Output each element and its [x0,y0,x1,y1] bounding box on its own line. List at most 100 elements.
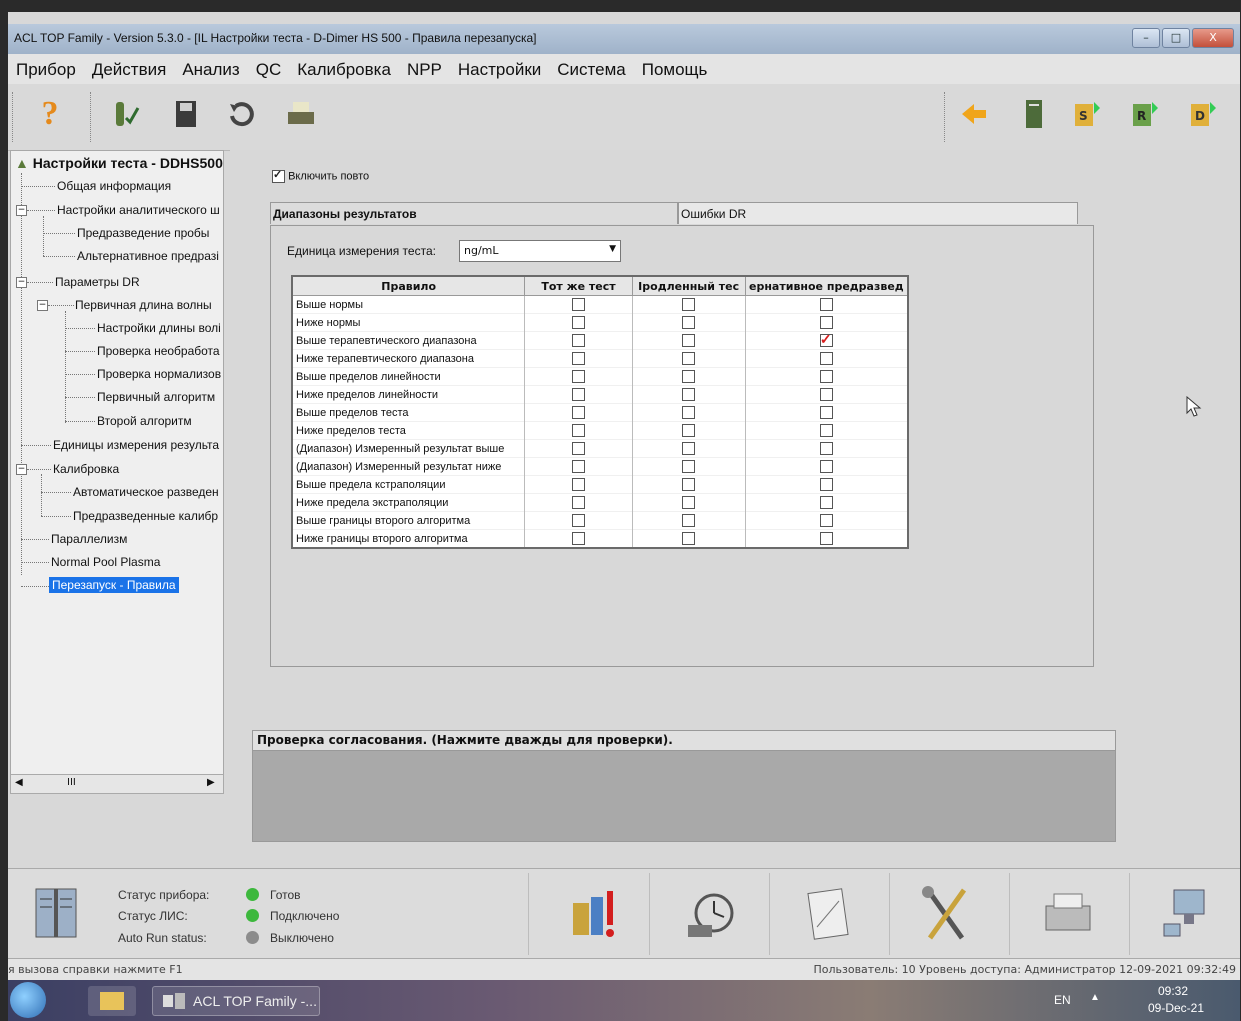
manual-book-icon[interactable] [28,883,84,943]
test-tube-check-icon[interactable] [108,98,140,130]
same-test-checkbox[interactable] [571,424,585,437]
menu-qc[interactable]: QC [248,54,290,84]
acl-task-button[interactable]: ACL TOP Family -... [152,986,320,1016]
tree-item-calibration[interactable]: Калибровка [53,462,119,476]
menu-help[interactable]: Помощь [634,54,716,84]
same-test-checkbox[interactable] [571,478,585,491]
explorer-task-icon[interactable] [88,986,136,1016]
same-test-checkbox[interactable] [571,298,585,311]
close-button[interactable]: X [1192,28,1234,48]
alt-predilution-checkbox[interactable] [819,532,833,545]
extended-test-checkbox[interactable] [682,532,696,545]
alt-predilution-checkbox[interactable] [819,388,833,401]
tree-root[interactable]: ▲ Настройки теста - DDHS500 [15,155,223,171]
tree-scrollbar[interactable]: ◀ III ▶ [10,774,224,794]
tree-item-result-units[interactable]: Единицы измерения результа [53,438,219,452]
tree-item-parallelism[interactable]: Параллелизм [51,532,127,546]
same-test-checkbox[interactable] [571,316,585,329]
extended-test-checkbox[interactable] [682,352,696,365]
alt-predilution-checkbox[interactable] [819,331,833,348]
menu-calibration[interactable]: Калибровка [289,54,399,84]
consistency-panel[interactable]: Проверка согласования. (Нажмите дважды д… [252,730,1116,842]
same-test-checkbox[interactable] [571,352,585,365]
unit-select[interactable]: ng/mL ▼ [459,240,621,262]
alt-predilution-checkbox[interactable] [819,316,833,329]
language-indicator[interactable]: EN [1054,993,1071,1007]
refresh-icon[interactable] [226,98,258,130]
alt-predilution-checkbox[interactable] [819,496,833,509]
collapse-icon[interactable]: − [37,300,48,311]
alt-predilution-checkbox[interactable] [819,478,833,491]
extended-test-checkbox[interactable] [682,496,696,509]
alt-predilution-checkbox[interactable] [819,352,833,365]
tab-dr-errors[interactable]: Ошибки DR [678,202,1078,224]
r-sheet-icon[interactable]: R [1130,98,1162,130]
extended-test-checkbox[interactable] [682,316,696,329]
alt-predilution-checkbox[interactable] [819,460,833,473]
same-test-checkbox[interactable] [571,514,585,527]
tools-icon[interactable] [916,883,976,945]
tab-result-ranges[interactable]: Диапазоны результатов [270,202,678,224]
extended-test-checkbox[interactable] [682,478,696,491]
scroll-right-icon[interactable]: ▶ [207,777,215,788]
tree-item-alt-predilution[interactable]: Альтернативное предразі [77,249,219,263]
tree-item-auto-dilution[interactable]: Автоматическое разведен [73,485,219,499]
menu-actions[interactable]: Действия [84,54,174,84]
menu-settings[interactable]: Настройки [450,54,549,84]
help-icon[interactable]: ? [34,95,66,132]
same-test-checkbox[interactable] [571,388,585,401]
tree-item-restart-rules[interactable]: Перезапуск - Правила [49,577,179,593]
minimize-button[interactable]: – [1132,28,1160,48]
tray-expand-icon[interactable]: ▲ [1090,992,1100,1003]
s-sheet-icon[interactable]: S [1072,98,1104,130]
clock-time[interactable]: 09:32 [1158,984,1188,998]
tree-item-normalized-check[interactable]: Проверка нормализов [97,367,221,381]
scroll-left-icon[interactable]: ◀ [15,777,23,788]
enable-repeat-checkbox[interactable] [272,168,285,183]
same-test-checkbox[interactable] [571,334,585,347]
scroll-thumb[interactable]: III [67,777,76,788]
col-extended-test[interactable]: Iродленный тес [631,275,746,296]
same-test-checkbox[interactable] [571,460,585,473]
d-sheet-icon[interactable]: D [1188,98,1220,130]
col-alt-predilution[interactable]: ернативное предразвед [744,275,909,296]
tree-item-normal-pool-plasma[interactable]: Normal Pool Plasma [51,555,160,569]
alt-predilution-checkbox[interactable] [819,442,833,455]
menu-instrument[interactable]: Прибор [8,54,84,84]
tree-item-primary-wavelength[interactable]: Первичная длина волны [75,298,212,312]
alt-predilution-checkbox[interactable] [819,424,833,437]
tree-item-dr-params[interactable]: Параметры DR [55,275,140,289]
print-icon[interactable] [284,98,316,130]
tree-item-analytical-settings[interactable]: Настройки аналитического ш [57,203,220,217]
tree-item-predilution[interactable]: Предразведение пробы [77,226,209,240]
same-test-checkbox[interactable] [571,532,585,545]
extended-test-checkbox[interactable] [682,298,696,311]
tree-item-general-info[interactable]: Общая информация [57,179,171,193]
menu-analysis[interactable]: Анализ [174,54,247,84]
extended-test-checkbox[interactable] [682,334,696,347]
same-test-checkbox[interactable] [571,370,585,383]
same-test-checkbox[interactable] [571,442,585,455]
alt-predilution-checkbox[interactable] [819,370,833,383]
extended-test-checkbox[interactable] [682,424,696,437]
extended-test-checkbox[interactable] [682,442,696,455]
network-computer-icon[interactable] [1158,883,1218,943]
maximize-button[interactable]: □ [1162,28,1190,48]
tree-item-prediluted-calibrators[interactable]: Предразведенные калибр [73,509,218,523]
printer-icon[interactable] [1038,887,1098,943]
col-same-test[interactable]: Тот же тест [524,275,633,296]
calibration-sheet-icon[interactable] [798,885,858,945]
menu-system[interactable]: Система [549,54,633,84]
tree-item-raw-check[interactable]: Проверка необработа [97,344,220,358]
extended-test-checkbox[interactable] [682,514,696,527]
tree-item-primary-algorithm[interactable]: Первичный алгоритм [97,390,215,404]
back-arrow-icon[interactable] [958,98,990,130]
alt-predilution-checkbox[interactable] [819,514,833,527]
enable-repeat-row[interactable]: Включить повто [272,168,369,183]
extended-test-checkbox[interactable] [682,370,696,383]
extended-test-checkbox[interactable] [682,388,696,401]
dropdown-arrow-icon[interactable]: ▼ [609,244,616,254]
col-rule[interactable]: Правило [291,275,526,296]
collapse-icon[interactable]: − [16,277,27,288]
menu-npp[interactable]: NPP [399,54,450,84]
